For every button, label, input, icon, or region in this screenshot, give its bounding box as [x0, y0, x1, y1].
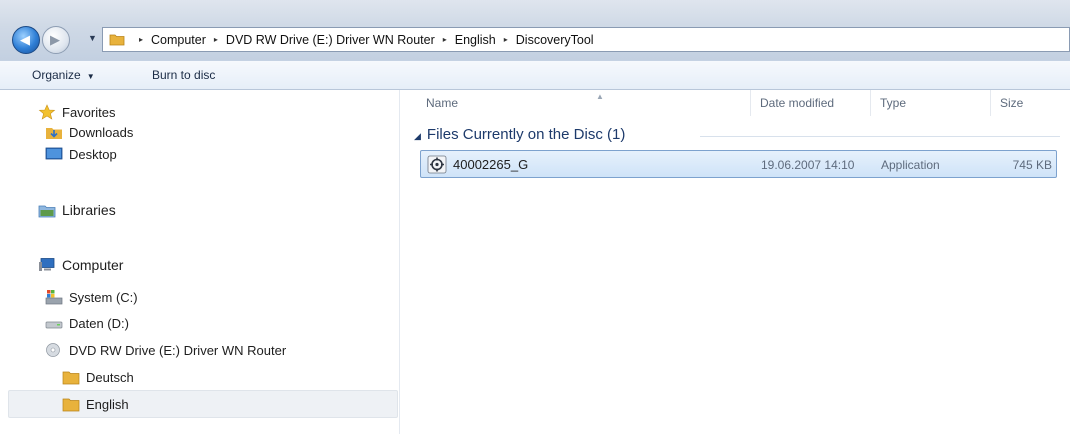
sort-up-icon: ▲	[596, 92, 604, 101]
nav-downloads-label: Downloads	[69, 124, 134, 140]
nav-desktop-label: Desktop	[69, 146, 117, 162]
breadcrumb-computer[interactable]: Computer	[151, 33, 206, 47]
column-header-date-modified[interactable]: Date modified	[760, 96, 834, 110]
breadcrumb: ▸ Computer ▸ DVD RW Drive (E:) Driver WN…	[131, 28, 594, 51]
nav-folder-deutsch[interactable]: Deutsch	[62, 365, 134, 389]
folder-icon	[62, 371, 80, 385]
nav-libraries-label: Libraries	[62, 202, 116, 218]
nav-drive-daten[interactable]: Daten (D:)	[45, 311, 129, 335]
nav-desktop[interactable]: Desktop	[45, 142, 117, 166]
navigation-pane: Favorites Downloads Desktop Libraries Co…	[0, 90, 400, 434]
folder-icon	[62, 398, 80, 412]
nav-folder-english-label: English	[86, 396, 129, 412]
breadcrumb-dvd-drive[interactable]: DVD RW Drive (E:) Driver WN Router	[226, 33, 435, 47]
nav-folder-deutsch-label: Deutsch	[86, 369, 134, 385]
file-type: Application	[881, 158, 940, 172]
group-header[interactable]: ◢ Files Currently on the Disc (1)	[414, 126, 625, 143]
nav-favorites-label: Favorites	[62, 104, 116, 120]
collapse-group-icon: ◢	[414, 131, 421, 141]
chevron-down-icon: ▼	[86, 72, 95, 81]
breadcrumb-english[interactable]: English	[455, 33, 496, 47]
desktop-icon	[45, 147, 63, 160]
address-bar[interactable]: ▸ Computer ▸ DVD RW Drive (E:) Driver WN…	[102, 27, 1070, 52]
file-date-modified: 19.06.2007 14:10	[761, 158, 855, 172]
breadcrumb-separator-icon[interactable]: ▸	[139, 35, 143, 44]
title-bar: ◀ ▶ ▼ ▸ Computer ▸ DVD RW Drive (E:) Dri…	[0, 0, 1070, 60]
burn-to-disc-button[interactable]: Burn to disc	[152, 68, 215, 82]
libraries-icon	[38, 205, 56, 218]
file-name: 40002265_G	[453, 157, 529, 172]
file-size: 745 KB	[1012, 158, 1052, 172]
breadcrumb-separator-icon[interactable]: ▸	[214, 35, 218, 44]
column-header-name[interactable]: Name	[426, 96, 458, 110]
group-divider	[700, 136, 1060, 137]
hard-drive-icon	[45, 321, 63, 329]
downloads-folder-icon	[46, 128, 62, 139]
application-icon	[427, 155, 447, 174]
table-row[interactable]: 40002265_G 19.06.2007 14:10 Application …	[420, 150, 1057, 178]
nav-computer[interactable]: Computer	[38, 253, 123, 277]
column-divider[interactable]	[870, 90, 871, 116]
nav-drive-system[interactable]: System (C:)	[45, 285, 138, 309]
nav-drive-daten-label: Daten (D:)	[69, 315, 129, 331]
folder-icon	[109, 34, 125, 46]
nav-folder-english[interactable]: English	[62, 392, 129, 416]
file-list-pane: Name ▲ Date modified Type Size ◢ Files Cu…	[400, 90, 1070, 434]
computer-icon	[39, 258, 55, 271]
nav-drive-system-label: System (C:)	[69, 289, 138, 305]
breadcrumb-discoverytool[interactable]: DiscoveryTool	[516, 33, 594, 47]
dvd-drive-icon	[46, 343, 60, 357]
system-drive-icon	[45, 290, 63, 305]
nav-drive-dvd[interactable]: DVD RW Drive (E:) Driver WN Router	[45, 338, 286, 362]
command-bar: Organize ▼ Burn to disc	[0, 60, 1070, 90]
forward-button[interactable]: ▶	[42, 26, 70, 54]
nav-downloads[interactable]: Downloads	[45, 120, 133, 144]
nav-drive-dvd-label: DVD RW Drive (E:) Driver WN Router	[69, 342, 287, 358]
nav-libraries[interactable]: Libraries	[38, 198, 116, 222]
column-header-size[interactable]: Size	[1000, 96, 1023, 110]
star-icon	[38, 104, 56, 120]
recent-pages-dropdown-icon[interactable]: ▼	[88, 33, 97, 43]
column-divider[interactable]	[990, 90, 991, 116]
column-header-type[interactable]: Type	[880, 96, 906, 110]
forward-arrow-icon: ▶	[50, 32, 60, 47]
breadcrumb-separator-icon[interactable]: ▸	[504, 35, 508, 44]
column-divider[interactable]	[750, 90, 751, 116]
back-arrow-icon: ◀	[20, 32, 30, 47]
nav-computer-label: Computer	[62, 257, 124, 273]
group-header-label: Files Currently on the Disc (1)	[426, 126, 626, 143]
organize-label: Organize	[32, 68, 81, 82]
breadcrumb-separator-icon[interactable]: ▸	[443, 35, 447, 44]
back-button[interactable]: ◀	[12, 26, 40, 54]
organize-button[interactable]: Organize ▼	[32, 68, 95, 82]
